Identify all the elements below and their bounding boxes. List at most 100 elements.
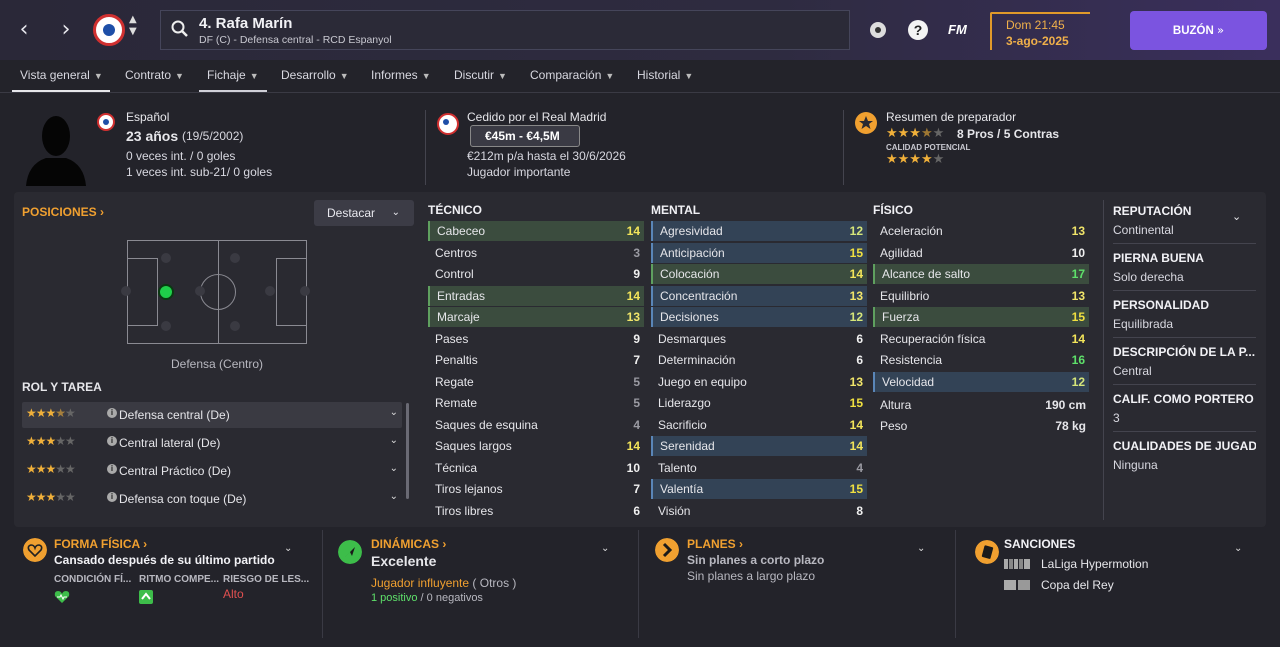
attribute-name: Centros (435, 245, 478, 260)
attribute-row[interactable]: Resistencia 16 (873, 350, 1089, 370)
role-row[interactable]: ★★★★★ i Defensa central (De) ⌄ (22, 402, 402, 428)
chevron-right-icon[interactable]: › (54, 18, 78, 42)
help-icon[interactable]: ? (906, 18, 930, 42)
attribute-row[interactable]: Centros 3 (428, 243, 644, 263)
chevron-down-icon[interactable]: ⌄ (390, 435, 398, 446)
attribute-row[interactable]: Saques largos 14 (428, 436, 644, 456)
attribute-name: Decisiones (660, 310, 719, 324)
info-icon[interactable]: i (107, 436, 117, 446)
role-row[interactable]: ★★★★★ i Central Práctico (De) ⌄ (22, 458, 402, 484)
roles-title: ROL Y TAREA (22, 380, 102, 394)
transfer-value[interactable]: €45m - €4,5M (470, 125, 580, 147)
tab-comparacion[interactable]: Comparación ▼ (530, 68, 614, 92)
attribute-value: 3 (633, 245, 640, 260)
pros-cons[interactable]: 8 Pros / 5 Contras (957, 127, 1059, 141)
attribute-name: Liderazgo (658, 396, 711, 410)
search-icon[interactable] (171, 20, 189, 38)
attribute-row[interactable]: Control 9 (428, 264, 644, 284)
chevron-down-icon[interactable]: ⌄ (1234, 543, 1242, 554)
club-badge[interactable] (93, 14, 125, 46)
natural-position-marker[interactable] (158, 284, 174, 300)
attribute-row[interactable]: Talento 4 (651, 458, 867, 478)
pitch-diagram[interactable] (127, 240, 307, 344)
roles-scrollbar[interactable] (406, 403, 409, 499)
info-icon[interactable]: i (107, 408, 117, 418)
date-display[interactable]: Dom 21:45 3-ago-2025 (990, 12, 1090, 50)
attribute-row[interactable]: Decisiones 12 (651, 307, 867, 327)
player-title-box[interactable]: 4. Rafa Marín DF (C) - Defensa central -… (160, 10, 850, 50)
side-value: 3 (1113, 411, 1120, 425)
attribute-row[interactable]: Regate 5 (428, 372, 644, 392)
attribute-row[interactable]: Pases 9 (428, 329, 644, 349)
attribute-row[interactable]: Aceleración 13 (873, 221, 1089, 241)
attribute-row[interactable]: Valentía 15 (651, 479, 867, 499)
chevron-down-icon[interactable]: ⌄ (284, 543, 292, 554)
loan-club-badge[interactable] (437, 113, 459, 135)
attribute-row[interactable]: Alcance de salto 17 (873, 264, 1089, 284)
pitch-center-circle (200, 274, 236, 310)
attribute-row[interactable]: Sacrificio 14 (651, 415, 867, 435)
attribute-row[interactable]: Marcaje 13 (428, 307, 644, 327)
tab-desarrollo[interactable]: Desarrollo ▼ (281, 68, 349, 92)
position-slot (161, 253, 171, 263)
tab-discutir[interactable]: Discutir ▼ (454, 68, 507, 92)
tab-informes[interactable]: Informes ▼ (371, 68, 431, 92)
attribute-row[interactable]: Equilibrio 13 (873, 286, 1089, 306)
chevron-down-icon[interactable]: ⌄ (390, 463, 398, 474)
attribute-row[interactable]: Tiros lejanos 7 (428, 479, 644, 499)
attribute-row[interactable]: Anticipación 15 (651, 242, 867, 263)
condition-label: CONDICIÓN FÍ... (54, 574, 132, 585)
football-icon[interactable] (866, 18, 890, 42)
plans-title[interactable]: PLANES › (687, 537, 743, 551)
attribute-row[interactable]: Penaltis 7 (428, 350, 644, 370)
up-down-arrows-icon[interactable]: ▲ ▼ (129, 14, 137, 38)
attribute-row[interactable]: Visión 8 (651, 501, 867, 521)
dynamics-title[interactable]: DINÁMICAS › (371, 537, 446, 551)
attribute-row[interactable]: Serenidad 14 (651, 436, 867, 456)
attribute-row[interactable]: Juego en equipo 13 (651, 372, 867, 392)
role-row[interactable]: ★★★★★ i Defensa con toque (De) ⌄ (22, 486, 402, 512)
attribute-value: 15 (1071, 310, 1085, 324)
attribute-row[interactable]: Técnica 10 (428, 458, 644, 478)
tab-contrato[interactable]: Contrato ▼ (125, 68, 184, 92)
info-icon[interactable]: i (107, 464, 117, 474)
attribute-row[interactable]: Colocación 14 (651, 264, 867, 284)
attribute-row[interactable]: Agresividad 12 (651, 221, 867, 241)
tab-vista-general[interactable]: Vista general ▼ (12, 68, 110, 92)
attribute-row[interactable]: Entradas 14 (428, 285, 644, 306)
attribute-row[interactable]: Tiros libres 6 (428, 501, 644, 521)
info-icon[interactable]: i (107, 492, 117, 502)
attribute-name: Anticipación (660, 245, 725, 260)
chevron-down-icon[interactable]: ⌄ (601, 543, 609, 554)
attribute-row[interactable]: Cabeceo 14 (428, 221, 644, 241)
attribute-row[interactable]: Desmarques 6 (651, 329, 867, 349)
role-row[interactable]: ★★★★★ i Central lateral (De) ⌄ (22, 430, 402, 456)
attribute-row[interactable]: Velocidad 12 (873, 371, 1089, 392)
attribute-row[interactable]: Agilidad 10 (873, 243, 1089, 263)
attribute-row[interactable]: Fuerza 15 (873, 307, 1089, 327)
attribute-row[interactable]: Recuperación física 14 (873, 329, 1089, 349)
positions-title[interactable]: POSICIONES › (22, 205, 104, 219)
chevron-down-icon[interactable]: ⌄ (1232, 210, 1241, 223)
chevron-down-icon[interactable]: ⌄ (917, 543, 925, 554)
role-stars: ★★★★★ (26, 490, 76, 504)
chevron-down-icon[interactable]: ⌄ (390, 491, 398, 502)
attribute-value: 13 (1071, 224, 1085, 238)
chevron-left-icon[interactable]: ‹ (12, 18, 36, 42)
tab-fichaje[interactable]: Fichaje ▼ (199, 68, 267, 92)
inbox-button[interactable]: BUZÓN » (1130, 11, 1267, 50)
attribute-row[interactable]: Saques de esquina 4 (428, 415, 644, 435)
preferred-foot-item: PIERNA BUENA Solo derecha (1113, 251, 1256, 284)
attribute-row[interactable]: Liderazgo 15 (651, 393, 867, 413)
attribute-row[interactable]: Determinación 6 (651, 350, 867, 370)
tab-label: Discutir (454, 68, 495, 82)
fitness-title[interactable]: FORMA FÍSICA › (54, 537, 147, 551)
fm-logo[interactable]: FM (948, 22, 967, 37)
attribute-value: 12 (849, 224, 863, 238)
highlight-dropdown[interactable]: Destacar ⌄ (314, 200, 414, 226)
attribute-row[interactable]: Concentración 13 (651, 285, 867, 306)
tab-historial[interactable]: Historial ▼ (637, 68, 693, 92)
chevron-down-icon[interactable]: ⌄ (390, 407, 398, 418)
position-slot (300, 286, 310, 296)
attribute-row[interactable]: Remate 5 (428, 393, 644, 413)
